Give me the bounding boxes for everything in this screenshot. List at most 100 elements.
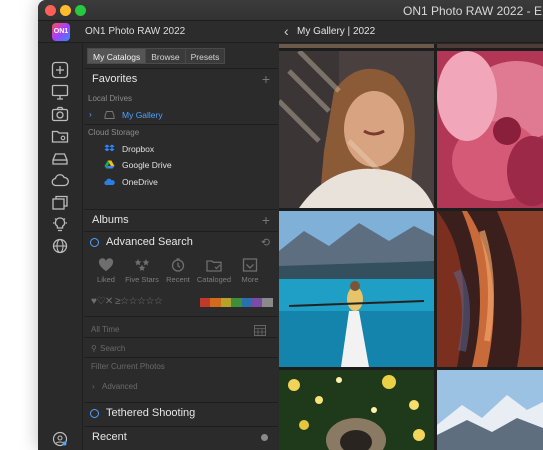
portrait-photo: [279, 51, 434, 208]
color-swatch-yellow[interactable]: [220, 298, 232, 307]
canyon-photo: [437, 211, 543, 367]
add-icon[interactable]: [51, 61, 69, 79]
dropbox-item[interactable]: Dropbox: [122, 144, 154, 154]
photo-thumbnail[interactable]: [279, 211, 434, 367]
close-window-button[interactable]: [45, 5, 56, 16]
stack-icon[interactable]: [51, 193, 69, 211]
photo-thumbnail[interactable]: [437, 370, 543, 450]
breadcrumb[interactable]: My Gallery | 2022: [297, 26, 375, 37]
albums-section-header[interactable]: Albums +: [84, 209, 278, 231]
recent-section-header[interactable]: Recent: [84, 426, 278, 448]
zoom-window-button[interactable]: [75, 5, 86, 16]
google-drive-item[interactable]: Google Drive: [122, 160, 172, 170]
window-title: ON1 Photo RAW 2022 - E: [403, 4, 542, 18]
favorites-section-header[interactable]: Favorites +: [84, 68, 278, 90]
toolbar: ON1 ON1 Photo RAW 2022 ‹ My Gallery | 20…: [38, 21, 543, 43]
filter-cataloged[interactable]: Cataloged: [196, 258, 232, 284]
photo-thumbnail[interactable]: [279, 51, 434, 208]
module-rail: [38, 44, 83, 450]
title-bar: ON1 Photo RAW 2022 - E: [38, 0, 543, 21]
search-icon: ⚲: [91, 344, 97, 353]
clear-recent-icon[interactable]: [261, 434, 268, 441]
rating-filter-row: ♥♡✕ ≥☆☆☆☆☆: [84, 296, 278, 310]
filter-liked-label: Liked: [97, 275, 115, 284]
filter-recent[interactable]: Recent: [160, 258, 196, 284]
advanced-search-title: Advanced Search: [106, 236, 193, 248]
sphere-icon[interactable]: [51, 237, 69, 255]
albums-title: Albums: [92, 214, 129, 226]
radio-circle-icon[interactable]: [90, 409, 99, 418]
user-circle-icon[interactable]: [51, 430, 69, 448]
filter-recent-label: Recent: [166, 275, 190, 284]
advanced-toggle[interactable]: Advanced: [102, 382, 138, 391]
stars-icon: [134, 259, 150, 271]
photo-thumbnail[interactable]: [437, 44, 543, 48]
app-name: ON1 Photo RAW 2022: [85, 26, 186, 37]
filter-more[interactable]: More: [232, 258, 268, 284]
color-swatch-gray[interactable]: [262, 298, 273, 307]
my-gallery-item[interactable]: My Gallery: [122, 110, 163, 120]
tethered-shooting-title: Tethered Shooting: [106, 407, 196, 419]
mountain-photo: [437, 370, 543, 450]
browse-panel: My Catalogs Browse Presets Favorites + L…: [84, 44, 278, 450]
heart-icon: [98, 258, 114, 271]
filter-current-photos[interactable]: Filter Current Photos: [91, 362, 165, 371]
reset-icon[interactable]: ⟲: [261, 236, 270, 249]
date-range-value[interactable]: All Time: [91, 325, 119, 334]
clock-icon: [171, 258, 185, 272]
color-swatch-orange[interactable]: [210, 298, 221, 307]
chevron-right-icon[interactable]: ›: [92, 382, 95, 391]
filter-liked[interactable]: Liked: [88, 258, 124, 284]
radio-circle-icon[interactable]: [90, 238, 99, 247]
tethered-shooting-header[interactable]: Tethered Shooting: [84, 402, 278, 424]
filter-five-stars-label: Five Stars: [125, 275, 159, 284]
drive-icon[interactable]: [51, 149, 69, 167]
photo-thumbnail[interactable]: [279, 44, 434, 48]
quick-filters: Liked Five Stars Recent Cataloged More: [84, 256, 278, 300]
rating-glyphs[interactable]: ♥♡✕ ≥☆☆☆☆☆: [91, 296, 163, 307]
color-swatch-green[interactable]: [231, 298, 242, 307]
advanced-search-header[interactable]: Advanced Search ⟲: [84, 231, 278, 253]
back-icon[interactable]: ‹: [284, 24, 289, 38]
camera-icon[interactable]: [51, 105, 69, 123]
photo-grid: [279, 44, 543, 450]
tab-browse[interactable]: Browse: [145, 48, 186, 64]
chevron-right-icon[interactable]: ›: [89, 109, 92, 119]
cloud-icon[interactable]: [51, 171, 69, 189]
dropbox-icon: [104, 144, 115, 153]
add-album-icon[interactable]: +: [262, 212, 270, 228]
recent-title: Recent: [92, 431, 127, 443]
more-check-icon: [242, 258, 258, 272]
color-swatch-blue[interactable]: [241, 298, 252, 307]
divider: [84, 124, 278, 125]
photo-thumbnail[interactable]: [437, 51, 543, 208]
app-logo: ON1: [52, 23, 70, 41]
filter-cataloged-label: Cataloged: [196, 275, 232, 284]
onedrive-icon: [104, 177, 115, 186]
add-favorite-icon[interactable]: +: [262, 71, 270, 87]
panel-tabs: My Catalogs Browse Presets: [87, 48, 226, 64]
filter-more-label: More: [241, 275, 259, 284]
color-swatch-purple[interactable]: [251, 298, 263, 307]
divider: [84, 357, 278, 358]
photo-thumbnail[interactable]: [437, 211, 543, 367]
photo-thumbnail[interactable]: [279, 370, 434, 450]
monitor-icon[interactable]: [51, 83, 69, 101]
tab-presets[interactable]: Presets: [184, 48, 226, 64]
cloud-storage-label: Cloud Storage: [88, 128, 140, 137]
search-input[interactable]: Search: [100, 344, 125, 353]
color-label-swatches[interactable]: [200, 298, 273, 307]
kayak-photo: [279, 211, 434, 367]
folder-icon[interactable]: [51, 127, 69, 145]
onedrive-item[interactable]: OneDrive: [122, 177, 158, 187]
bulb-icon[interactable]: [51, 215, 69, 233]
filter-five-stars[interactable]: Five Stars: [124, 258, 160, 284]
color-swatch-red[interactable]: [200, 298, 211, 307]
minimize-window-button[interactable]: [60, 5, 71, 16]
calendar-icon[interactable]: [254, 323, 266, 336]
google-drive-icon: [104, 160, 115, 169]
drive-icon: [104, 110, 115, 119]
app-window: ON1 Photo RAW 2022 - E ON1 ON1 Photo RAW…: [38, 0, 543, 450]
tab-my-catalogs[interactable]: My Catalogs: [87, 48, 147, 64]
dog-photo: [279, 370, 434, 450]
